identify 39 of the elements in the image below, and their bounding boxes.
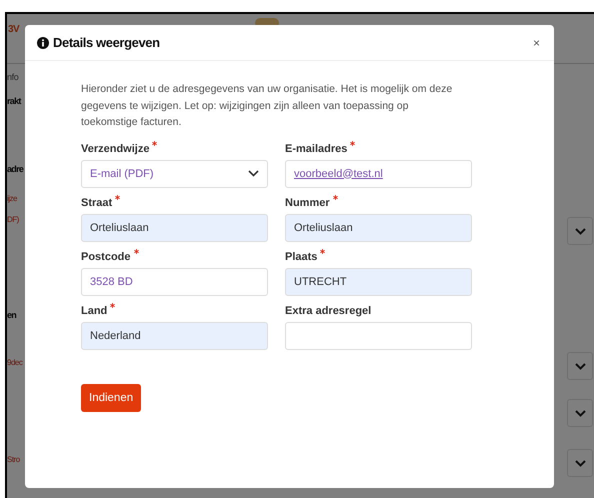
chevron-down-icon (574, 362, 586, 370)
chevron-down-icon (248, 170, 259, 177)
input-field[interactable]: Orteliuslaan (285, 214, 472, 242)
background-text: Stro (7, 455, 20, 464)
field-label: Extra adresregel (285, 305, 372, 317)
background-text: rakt (7, 96, 21, 106)
background-text: en (7, 310, 16, 320)
input-field[interactable]: Orteliuslaan (81, 214, 268, 242)
close-button[interactable]: × (530, 36, 542, 50)
input-field[interactable]: voorbeeld@test.nl (285, 160, 472, 188)
field-label: E-mailadres (285, 143, 348, 155)
select-field[interactable]: E-mail (PDF) (81, 160, 268, 188)
field-label: Nummer (285, 197, 330, 209)
background-text: nfo (7, 72, 18, 82)
background-text: ijze (7, 194, 18, 203)
background-text: DF) (7, 215, 19, 224)
chevron-down-icon (574, 410, 586, 416)
field-label: Straat (81, 197, 112, 209)
modal-title: Details weergeven (53, 35, 161, 50)
background-text: 9dec (7, 358, 22, 367)
submit-button[interactable]: Indienen (81, 384, 142, 412)
field-label: Postcode (81, 251, 131, 263)
input-field[interactable]: 3528 BD (81, 268, 268, 296)
chevron-down-icon (574, 460, 586, 466)
logo: 3V (8, 24, 20, 35)
input-field[interactable]: UTRECHT (285, 268, 472, 296)
field-label: Land (81, 305, 108, 317)
field-label: Verzendwijze (81, 143, 150, 155)
input-field[interactable] (285, 322, 472, 350)
expand-button[interactable] (567, 399, 593, 427)
input-field[interactable]: Nederland (81, 322, 268, 350)
field-label: Plaats (285, 251, 318, 263)
expand-button[interactable] (567, 449, 593, 477)
chevron-down-icon (574, 228, 586, 234)
expand-button[interactable] (567, 352, 593, 380)
intro-text: Hieronder ziet u de adresgegevens van uw organisatie. Het is mogelijk om deze gegevens te wijzigen. Let op: wijzigingen zijn alleen van toepassing op toekomstige facturen. (81, 82, 453, 130)
info-icon (37, 36, 49, 48)
expand-button[interactable] (567, 217, 593, 245)
background-text: adre (7, 164, 24, 174)
